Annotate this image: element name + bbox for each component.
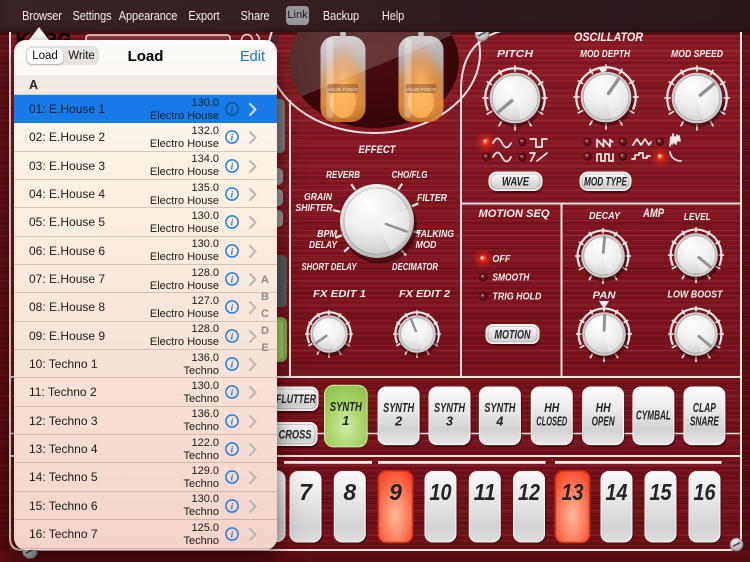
svg-text:13: 13 [562,479,584,505]
svg-text:i: i [231,389,234,399]
svg-text:i: i [231,304,234,314]
svg-text:i: i [231,446,234,456]
svg-text:LOW BOOST: LOW BOOST [668,290,724,301]
svg-text:WAVE: WAVE [502,175,530,189]
svg-text:DELAY: DELAY [309,240,338,251]
svg-text:MOD DEPTH: MOD DEPTH [580,49,631,60]
svg-text:11: 11 [474,479,496,505]
svg-text:i: i [231,332,234,342]
svg-text:i: i [231,247,234,257]
svg-text:i: i [231,162,234,172]
svg-text:i: i [231,219,234,229]
svg-text:DECAY: DECAY [589,211,621,222]
svg-text:SHIFTER: SHIFTER [296,203,334,214]
svg-text:MOTION: MOTION [495,327,531,341]
svg-text:4: 4 [495,415,503,429]
svg-text:MOTION SEQ: MOTION SEQ [479,208,550,220]
svg-text:15: 15 [650,479,673,505]
svg-text:LEVEL: LEVEL [684,212,711,223]
svg-text:3: 3 [446,415,453,429]
svg-text:TALKING: TALKING [416,229,454,240]
svg-text:GRAIN: GRAIN [304,192,333,203]
svg-text:SMOOTH: SMOOTH [492,273,530,284]
svg-text:i: i [231,474,234,484]
svg-text:PITCH: PITCH [497,49,534,60]
svg-text:i: i [231,134,234,144]
svg-text:i: i [231,531,234,541]
svg-text:FLUTTER: FLUTTER [276,392,316,406]
svg-text:DECIMATOR: DECIMATOR [392,262,439,273]
svg-text:EFFECT: EFFECT [359,144,397,156]
svg-text:HH: HH [596,401,612,415]
svg-text:FX EDIT 2: FX EDIT 2 [399,289,450,300]
svg-text:i: i [231,191,234,201]
svg-text:FX EDIT 1: FX EDIT 1 [313,289,366,300]
svg-text:CHO/FLG: CHO/FLG [392,170,428,181]
svg-text:VALVE FORCE: VALVE FORCE [328,87,359,92]
svg-text:SYNTH: SYNTH [330,399,362,414]
svg-text:FILTER: FILTER [417,193,448,204]
svg-text:i: i [231,361,234,371]
svg-text:CLAP: CLAP [693,401,716,415]
svg-text:i: i [231,502,234,512]
svg-text:7: 7 [299,479,313,505]
svg-text:OSCILLATOR: OSCILLATOR [574,32,644,44]
svg-text:REVERB: REVERB [326,170,360,181]
svg-text:BPM: BPM [317,229,338,240]
svg-text:i: i [231,276,234,286]
svg-text:SYNTH: SYNTH [383,401,415,415]
svg-text:i: i [231,417,234,427]
svg-text:CROSS: CROSS [279,427,312,441]
svg-text:12: 12 [518,479,540,505]
svg-text:CYMBAL: CYMBAL [636,409,671,423]
svg-text:MOD SPEED: MOD SPEED [671,49,723,60]
svg-text:OFF: OFF [492,254,511,265]
svg-text:SNARE: SNARE [690,415,719,429]
svg-text:8: 8 [343,479,356,505]
svg-text:SYNTH: SYNTH [434,401,466,415]
svg-text:16: 16 [694,479,716,505]
svg-text:OPEN: OPEN [592,415,616,429]
svg-text:2: 2 [394,415,402,429]
svg-text:CLOSED: CLOSED [536,415,567,429]
svg-text:HH: HH [544,401,560,415]
svg-text:i: i [231,106,234,116]
svg-text:PAN: PAN [593,291,617,302]
svg-text:MOD: MOD [416,240,437,251]
svg-text:SHORT DELAY: SHORT DELAY [302,262,358,273]
svg-text:SYNTH: SYNTH [484,401,516,415]
svg-text:MOD TYPE: MOD TYPE [584,176,627,188]
svg-text:1: 1 [342,413,349,428]
svg-text:9: 9 [389,479,402,505]
svg-text:14: 14 [606,479,628,505]
svg-text:VALVE FORCE: VALVE FORCE [406,87,437,92]
svg-text:AMP: AMP [642,206,665,220]
svg-text:10: 10 [430,479,452,505]
svg-text:TRIG HOLD: TRIG HOLD [492,292,541,303]
